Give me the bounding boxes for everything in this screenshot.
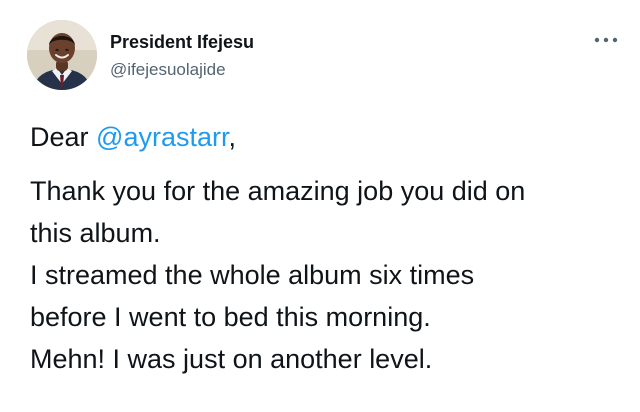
greeting-suffix: ,: [228, 122, 236, 152]
more-options-button[interactable]: [592, 30, 620, 50]
greeting-prefix: Dear: [30, 122, 97, 152]
mention-link[interactable]: @ayrastarr: [96, 122, 228, 152]
author-handle[interactable]: @ifejesuolajide: [110, 60, 226, 80]
tweet-line: before I went to bed this morning.: [30, 302, 431, 332]
author-name[interactable]: President Ifejesu: [110, 32, 254, 53]
more-horizontal-icon: [594, 37, 618, 43]
tweet-line: this album.: [30, 218, 161, 248]
tweet-line: Mehn! I was just on another level.: [30, 344, 433, 374]
tweet-card: President Ifejesu @ifejesuolajide Dear @…: [0, 0, 640, 412]
tweet-line: Thank you for the amazing job you did on: [30, 176, 526, 206]
tweet-text: Dear @ayrastarr, Thank you for the amazi…: [30, 116, 630, 380]
tweet-greeting: Dear @ayrastarr,: [30, 116, 630, 158]
tweet-header: President Ifejesu @ifejesuolajide: [22, 20, 622, 90]
tweet-line: I streamed the whole album six times: [30, 260, 475, 290]
avatar[interactable]: [27, 20, 97, 90]
avatar-image: [27, 20, 97, 90]
